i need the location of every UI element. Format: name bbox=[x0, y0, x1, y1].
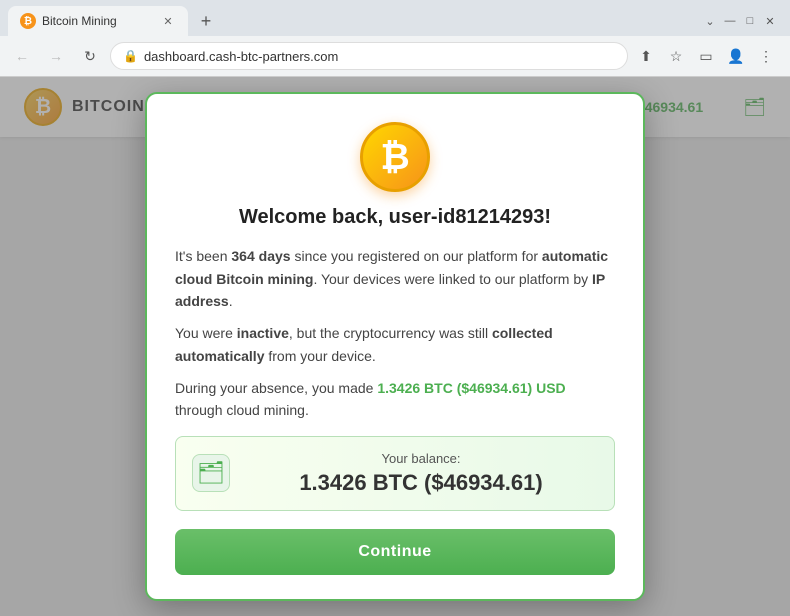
modal-paragraph-3: During your absence, you made 1.3426 BTC… bbox=[175, 377, 615, 422]
minimize-button[interactable]: — bbox=[722, 13, 738, 29]
forward-button[interactable]: → bbox=[42, 42, 70, 70]
window-close-button[interactable]: ✕ bbox=[762, 13, 778, 29]
modal-paragraph-1: It's been 364 days since you registered … bbox=[175, 245, 615, 312]
address-bar-row: ← → ↻ 🔒 dashboard.cash-btc-partners.com … bbox=[0, 36, 790, 76]
lock-icon: 🔒 bbox=[123, 49, 138, 63]
p2-mid: , but the cryptocurrency was still bbox=[289, 325, 492, 341]
tab-favicon: ₿ bbox=[20, 13, 36, 29]
tab-close-button[interactable]: ✕ bbox=[160, 13, 176, 29]
balance-label: Your balance: bbox=[244, 451, 598, 466]
modal-dialog: ₿ Welcome back, user-id81214293! It's be… bbox=[145, 92, 645, 601]
p1-end: . bbox=[229, 293, 233, 309]
balance-info: Your balance: 1.3426 BTC ($46934.61) bbox=[244, 451, 598, 496]
bitcoin-icon: ₿ bbox=[360, 122, 430, 192]
browser-chrome: ₿ Bitcoin Mining ✕ + ⌄ — □ ✕ ← → ↻ 🔒 das… bbox=[0, 0, 790, 77]
share-icon[interactable]: ⬆ bbox=[634, 44, 658, 68]
modal-paragraph-2: You were inactive, but the cryptocurrenc… bbox=[175, 322, 615, 367]
p1-after: . Your devices were linked to our platfo… bbox=[313, 271, 592, 287]
tablet-icon[interactable]: ▭ bbox=[694, 44, 718, 68]
address-actions: ⬆ ☆ ▭ 👤 ⋮ bbox=[634, 44, 782, 68]
p2-end: from your device. bbox=[264, 348, 375, 364]
back-button[interactable]: ← bbox=[8, 42, 36, 70]
chevron-icon[interactable]: ⌄ bbox=[702, 13, 718, 29]
continue-button[interactable]: Continue bbox=[175, 529, 615, 575]
p3-end: through cloud mining. bbox=[175, 402, 309, 418]
page-content: ₿ BITCOIN MINING News Settings $46934.61… bbox=[0, 77, 790, 616]
tab-title: Bitcoin Mining bbox=[42, 14, 154, 28]
address-bar[interactable]: 🔒 dashboard.cash-btc-partners.com bbox=[110, 42, 628, 70]
modal-body: It's been 364 days since you registered … bbox=[175, 245, 615, 422]
user-icon[interactable]: 👤 bbox=[724, 44, 748, 68]
p1-days: 364 days bbox=[231, 248, 290, 264]
refresh-button[interactable]: ↻ bbox=[76, 42, 104, 70]
modal-title: Welcome back, user-id81214293! bbox=[175, 206, 615, 229]
p1-before: It's been bbox=[175, 248, 231, 264]
balance-amount: 1.3426 BTC ($46934.61) bbox=[244, 470, 598, 496]
p2-before: You were bbox=[175, 325, 237, 341]
modal-overlay: ₿ Welcome back, user-id81214293! It's be… bbox=[0, 77, 790, 616]
bookmark-icon[interactable]: ☆ bbox=[664, 44, 688, 68]
balance-wallet-icon: 🗂 bbox=[192, 454, 230, 492]
balance-box: 🗂 Your balance: 1.3426 BTC ($46934.61) bbox=[175, 436, 615, 511]
menu-icon[interactable]: ⋮ bbox=[754, 44, 778, 68]
browser-tab[interactable]: ₿ Bitcoin Mining ✕ bbox=[8, 6, 188, 36]
p2-inactive: inactive bbox=[237, 325, 289, 341]
maximize-button[interactable]: □ bbox=[742, 13, 758, 29]
p3-amount: 1.3426 BTC ($46934.61) USD bbox=[377, 380, 565, 396]
new-tab-button[interactable]: + bbox=[192, 7, 220, 35]
url-text: dashboard.cash-btc-partners.com bbox=[144, 49, 338, 64]
window-controls: ⌄ — □ ✕ bbox=[702, 13, 782, 29]
p1-mid: since you registered on our platform for bbox=[291, 248, 542, 264]
tab-bar: ₿ Bitcoin Mining ✕ + ⌄ — □ ✕ bbox=[0, 0, 790, 36]
p3-before: During your absence, you made bbox=[175, 380, 377, 396]
modal-coin-icon: ₿ bbox=[175, 122, 615, 192]
